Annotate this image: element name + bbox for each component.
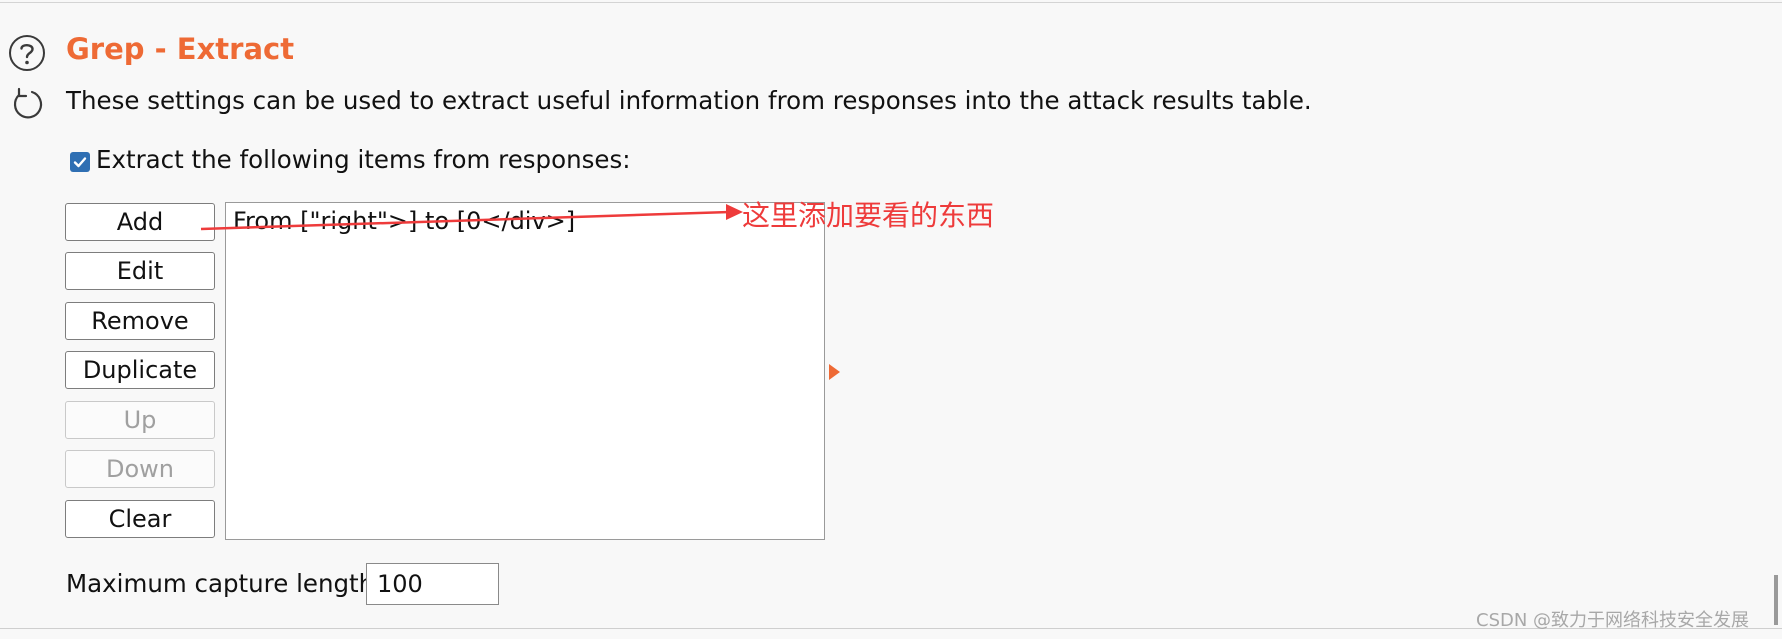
watermark: CSDN @致力于网络科技安全发展 [1476, 610, 1750, 631]
list-item[interactable]: From ["right">] to [0</div>] [233, 207, 575, 235]
max-capture-label: Maximum capture length: [66, 569, 383, 598]
annotation-label: 这里添加要看的东西 [742, 199, 995, 232]
duplicate-button[interactable]: Duplicate [65, 351, 215, 389]
help-icon[interactable] [8, 34, 46, 72]
extract-checkbox-label[interactable]: Extract the following items from respons… [96, 145, 630, 174]
max-capture-input[interactable] [366, 563, 499, 605]
remove-button[interactable]: Remove [65, 302, 215, 340]
extract-checkbox[interactable] [70, 152, 90, 172]
extract-items-list[interactable]: From ["right">] to [0</div>] [225, 202, 825, 540]
refresh-icon[interactable] [10, 86, 46, 122]
down-button[interactable]: Down [65, 450, 215, 488]
top-divider [0, 2, 1782, 3]
up-button[interactable]: Up [65, 401, 215, 439]
checkmark-icon [73, 157, 87, 168]
section-title: Grep - Extract [66, 32, 295, 66]
clear-button[interactable]: Clear [65, 500, 215, 538]
add-button[interactable]: Add [65, 203, 215, 241]
expand-triangle-icon[interactable] [829, 364, 840, 380]
scrollbar-thumb[interactable] [1774, 575, 1778, 625]
edit-button[interactable]: Edit [65, 252, 215, 290]
section-description: These settings can be used to extract us… [66, 86, 1312, 115]
